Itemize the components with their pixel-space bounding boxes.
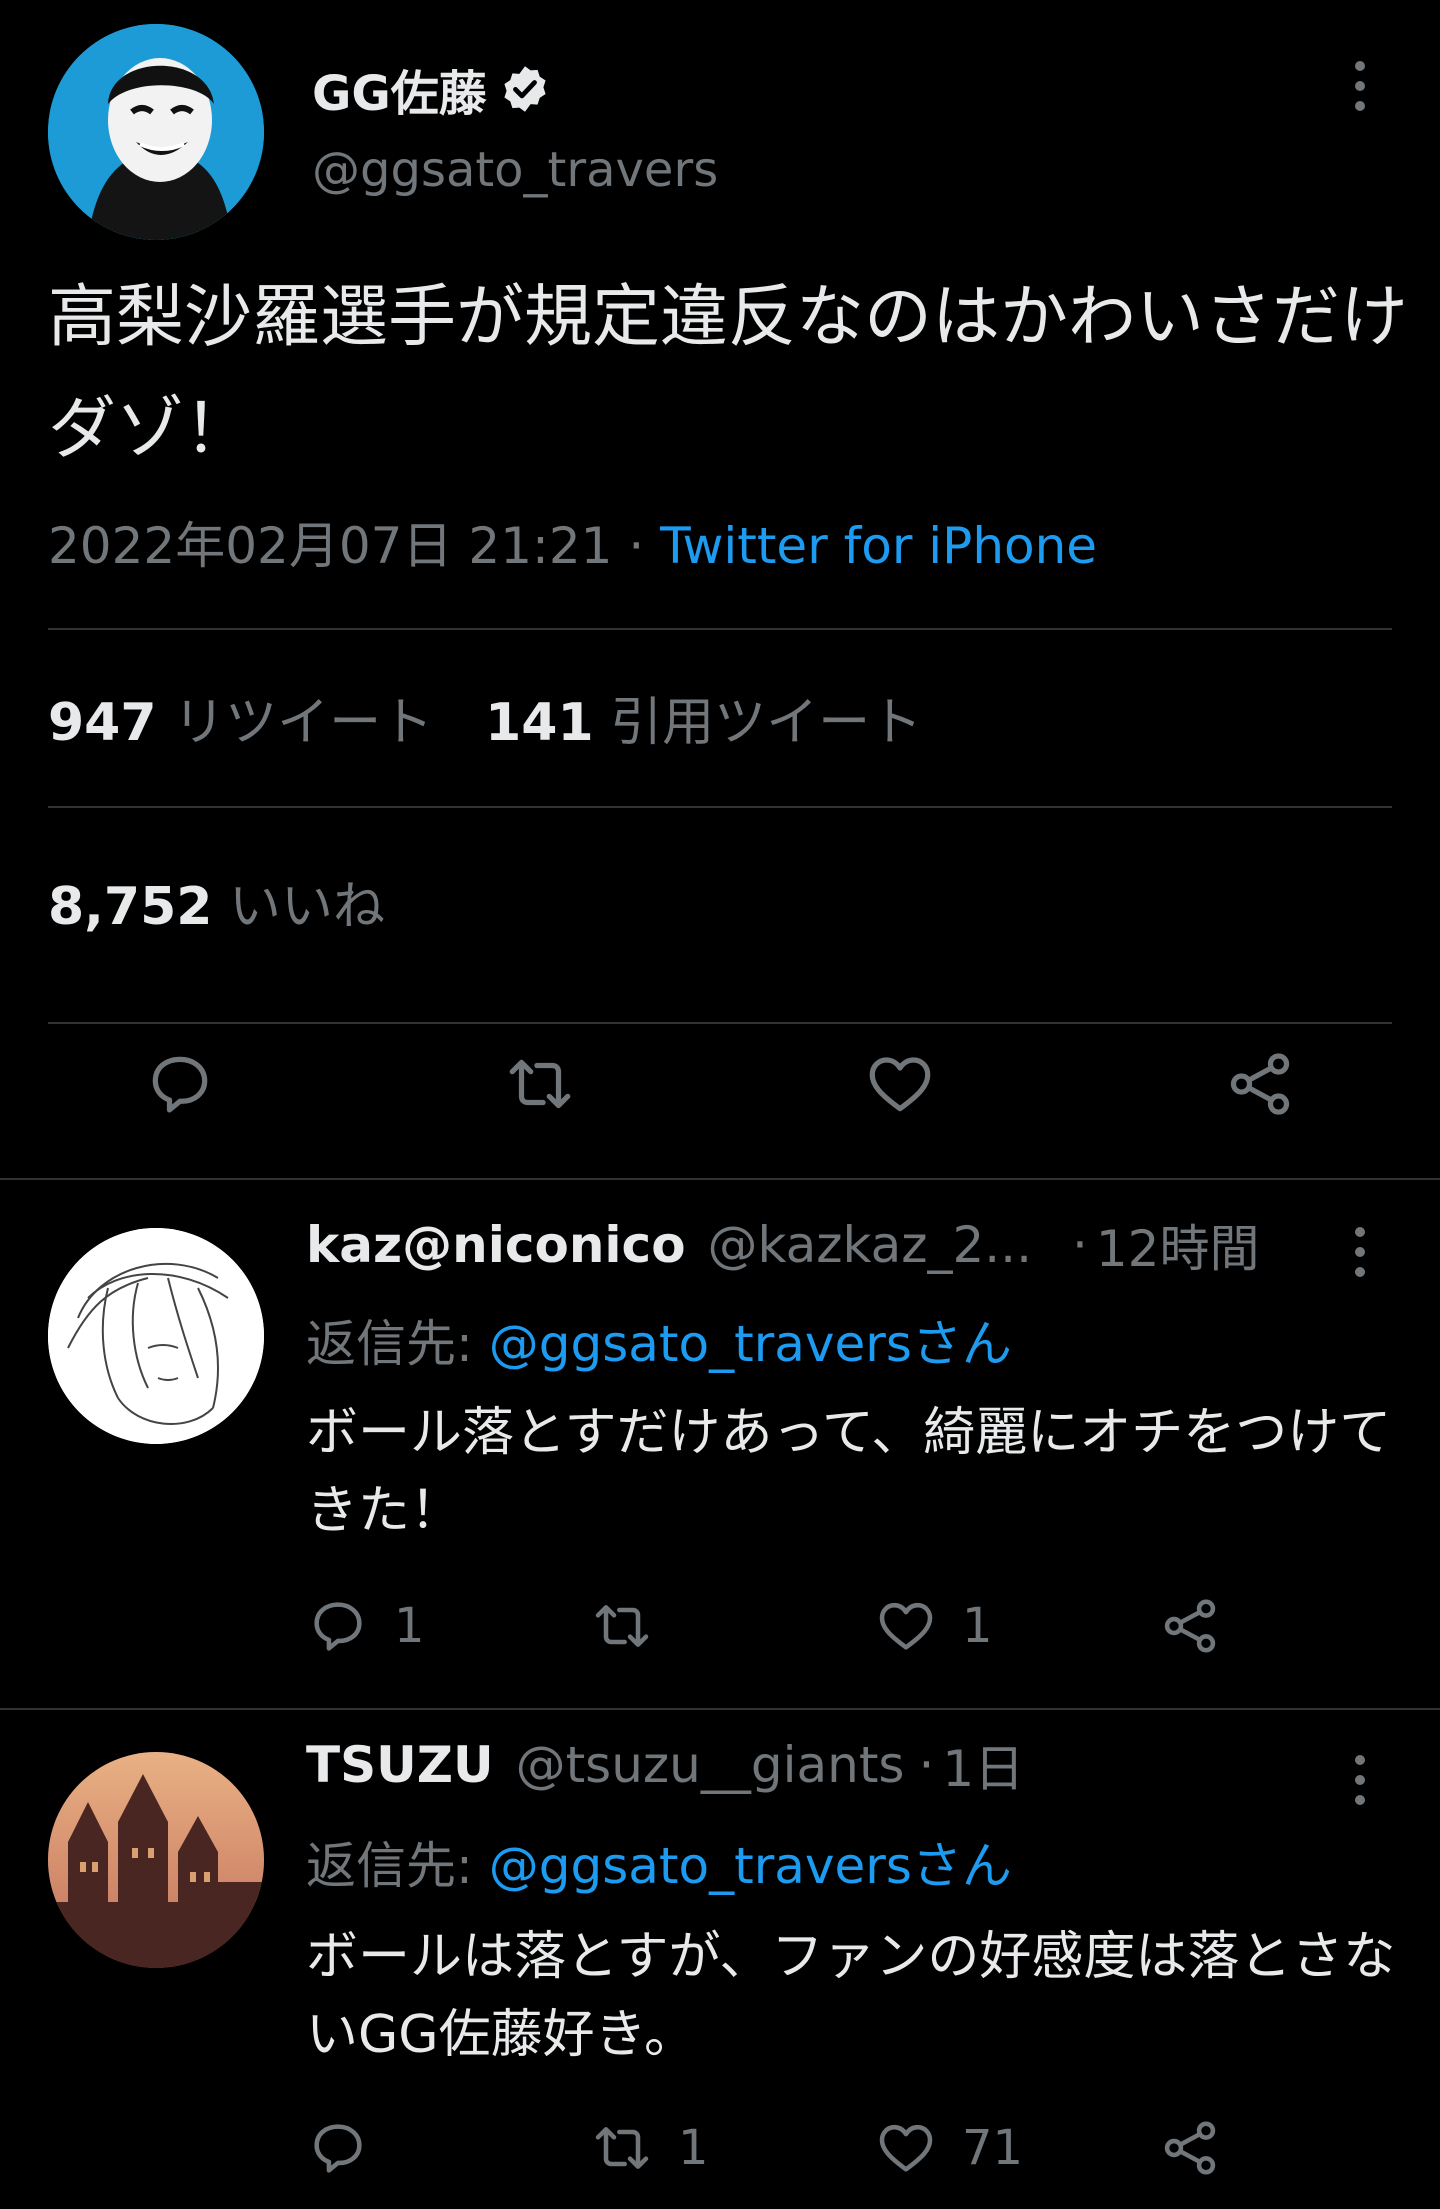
- reply-bubble-icon: [314, 2124, 362, 2173]
- divider: [48, 628, 1392, 630]
- tweet-text: ボール落とすだけあって、綺麗にオチをつけてきた！: [306, 1403, 1392, 1541]
- reply-button[interactable]: 1: [306, 1594, 425, 1658]
- divider: [48, 806, 1392, 808]
- handle[interactable]: @kazkaz_2...: [708, 1216, 1032, 1274]
- tweet-text: ボールは落とすが、ファンの好感度は落とさないGG佐藤好き。: [306, 1927, 1396, 2065]
- display-name[interactable]: GG佐藤: [312, 54, 487, 124]
- handle[interactable]: @ggsato_travers: [312, 142, 718, 198]
- reply-bubble-icon: [314, 1602, 362, 1651]
- mention-link[interactable]: @ggsato_traversさん: [489, 1315, 1012, 1373]
- tweet-client[interactable]: Twitter for iPhone: [660, 517, 1097, 575]
- divider: [48, 1022, 1392, 1024]
- avatar-image: [48, 1228, 264, 1444]
- retweet-button[interactable]: [590, 1594, 678, 1658]
- timestamp[interactable]: 1日: [942, 1729, 1024, 1801]
- tweet-detail-page: GG佐藤 @ggsato_travers 高梨沙羅選手が規定違反なのはかわいさだ…: [0, 0, 1440, 2209]
- replying-to-prefix: 返信先:: [306, 1837, 489, 1895]
- like-stat[interactable]: 8,752 いいね: [48, 864, 385, 939]
- retweet-count: 947: [48, 693, 157, 753]
- replying-to-prefix: 返信先:: [306, 1315, 489, 1373]
- like-count: 8,752: [48, 877, 213, 937]
- retweet-button[interactable]: [500, 1044, 580, 1124]
- tweet-date[interactable]: 2022年02月07日 21:21: [48, 517, 612, 575]
- retweet-count: 1: [678, 2120, 709, 2176]
- retweet-icon: [595, 1605, 649, 1647]
- tweet-meta: 2022年02月07日 21:21 · Twitter for iPhone: [48, 506, 1097, 578]
- share-button[interactable]: [1220, 1044, 1300, 1124]
- more-vertical-icon[interactable]: [1350, 60, 1370, 112]
- display-name[interactable]: TSUZU: [306, 1736, 494, 1794]
- heart-icon: [879, 1602, 933, 1650]
- retweet-stat[interactable]: 947 リツイート: [48, 693, 433, 753]
- quote-label: 引用ツイート: [610, 693, 923, 753]
- meta-separator: ·: [612, 517, 661, 575]
- more-vertical-icon[interactable]: [1350, 1754, 1370, 1806]
- share-icon: [1230, 1053, 1290, 1115]
- heart-icon: [879, 2124, 933, 2172]
- avatar-image: [48, 24, 264, 240]
- time-separator: ·: [918, 1736, 935, 1794]
- retweet-stats: 947 リツイート 141 引用ツイート: [48, 680, 922, 755]
- quote-count: 141: [485, 693, 594, 753]
- timestamp[interactable]: 12時間: [1096, 1209, 1260, 1281]
- tweet-text: 高梨沙羅選手が規定違反なのはかわいさだけダゾ！: [48, 278, 1409, 469]
- retweet-label: リツイート: [173, 693, 434, 753]
- share-icon: [1164, 2121, 1216, 2175]
- reply-tweet[interactable]: TSUZU @tsuzu__giants · 1日 返信先: @ggsato_t…: [0, 1712, 1440, 2209]
- avatar[interactable]: [48, 1228, 264, 1444]
- time-separator: ·: [1071, 1216, 1088, 1274]
- share-icon: [1164, 1599, 1216, 1653]
- avatar[interactable]: [48, 24, 264, 240]
- display-name[interactable]: kaz@niconico: [306, 1216, 686, 1274]
- like-count: 71: [962, 2120, 1024, 2176]
- avatar-image: [48, 1752, 264, 1968]
- handle[interactable]: @tsuzu__giants: [516, 1736, 905, 1794]
- retweet-icon: [509, 1059, 571, 1109]
- reply-header: TSUZU @tsuzu__giants · 1日: [306, 1730, 1024, 1800]
- like-button[interactable]: 1: [874, 1594, 993, 1658]
- heart-icon: [869, 1057, 931, 1112]
- like-count: 1: [962, 1598, 993, 1654]
- retweet-button[interactable]: 1: [590, 2116, 709, 2180]
- replying-to: 返信先: @ggsato_traversさん: [306, 1304, 1012, 1376]
- quote-stat[interactable]: 141 引用ツイート: [485, 693, 922, 753]
- author-row: GG佐藤: [312, 54, 551, 124]
- share-button[interactable]: [1158, 1594, 1222, 1658]
- reply-count: 1: [394, 1598, 425, 1654]
- like-button[interactable]: [860, 1044, 940, 1124]
- verified-badge-icon: [504, 66, 546, 112]
- reply-header: kaz@niconico @kazkaz_2... · 12時間: [306, 1210, 1260, 1280]
- main-tweet: GG佐藤 @ggsato_travers 高梨沙羅選手が規定違反なのはかわいさだ…: [0, 0, 1440, 1180]
- reply-tweet[interactable]: kaz@niconico @kazkaz_2... · 12時間 返信先: @g…: [0, 1180, 1440, 1710]
- share-button[interactable]: [1158, 2116, 1222, 2180]
- mention-link[interactable]: @ggsato_traversさん: [489, 1837, 1012, 1895]
- retweet-icon: [595, 2127, 649, 2169]
- reply-button[interactable]: [306, 2116, 394, 2180]
- replying-to: 返信先: @ggsato_traversさん: [306, 1826, 1012, 1898]
- like-label: いいね: [229, 877, 386, 937]
- reply-bubble-icon: [152, 1056, 208, 1113]
- avatar[interactable]: [48, 1752, 264, 1968]
- reply-button[interactable]: [140, 1044, 220, 1124]
- more-vertical-icon[interactable]: [1350, 1226, 1370, 1278]
- like-button[interactable]: 71: [874, 2116, 1023, 2180]
